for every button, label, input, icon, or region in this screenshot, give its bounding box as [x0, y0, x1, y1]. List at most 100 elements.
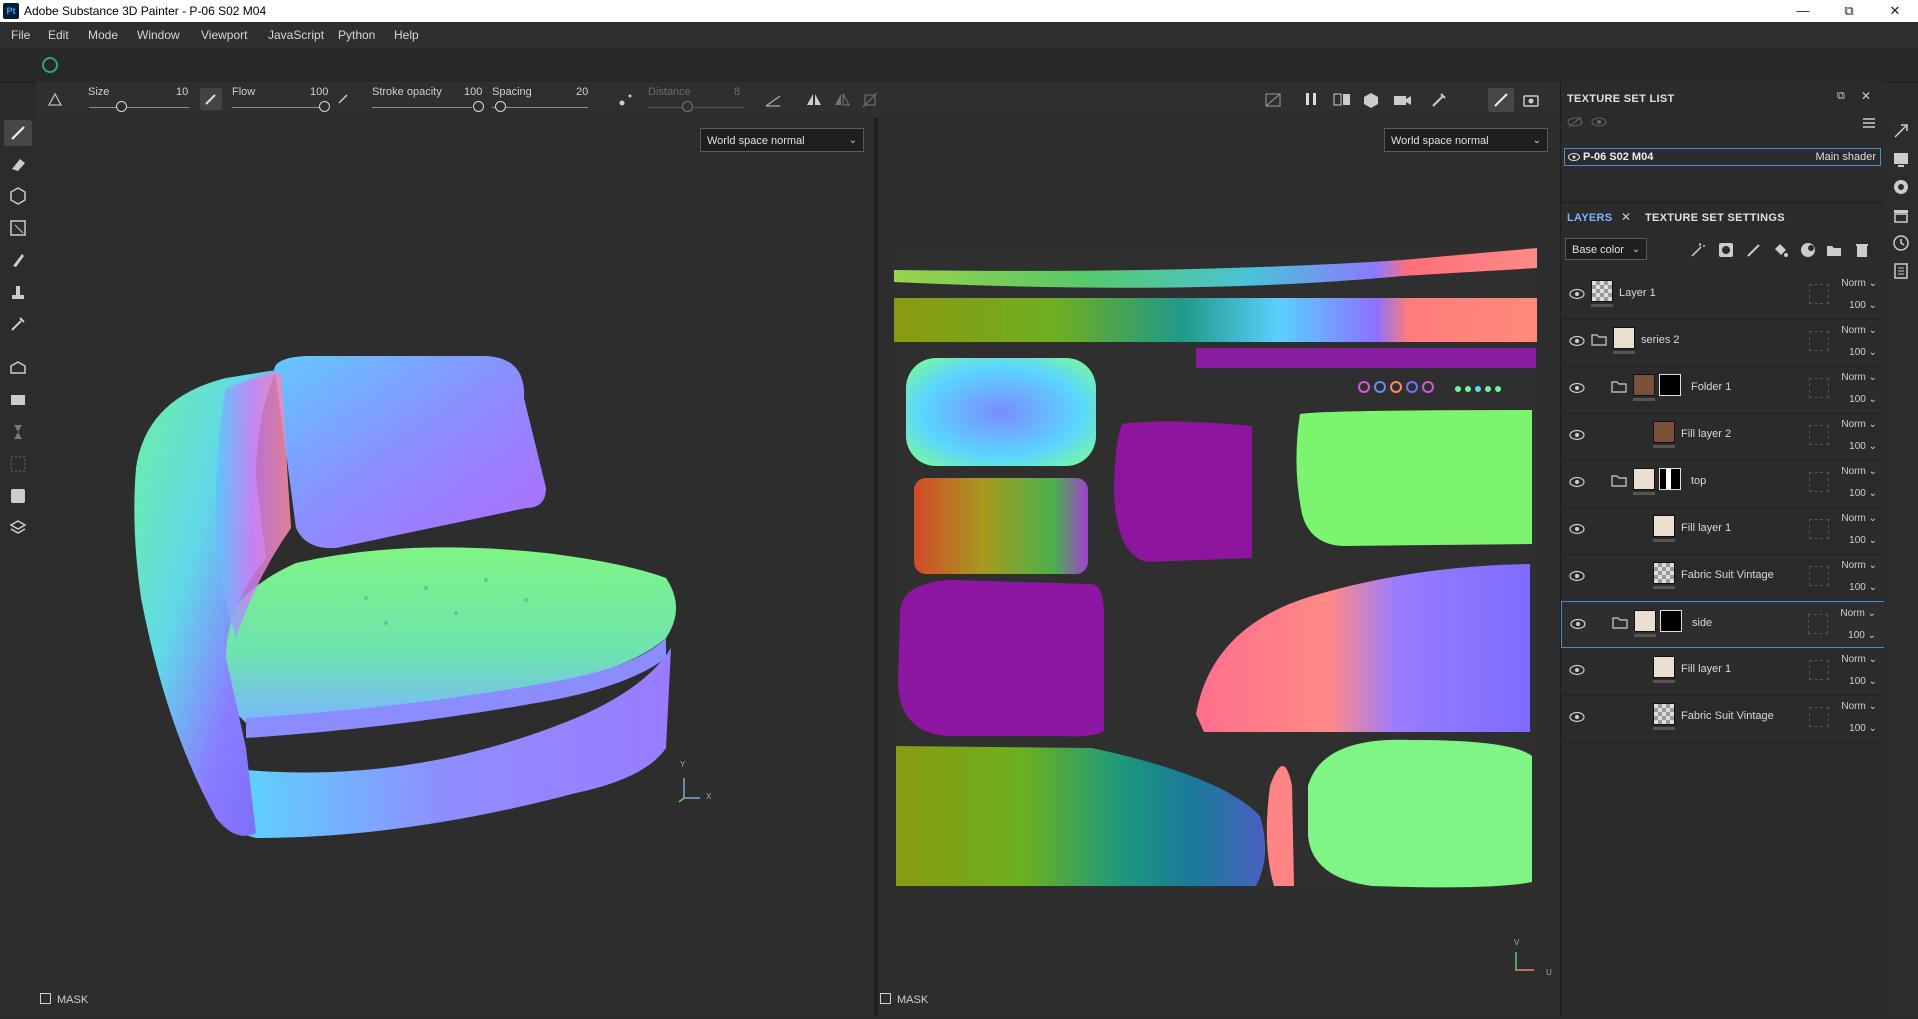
layer-mask-thumbnail[interactable] [1659, 468, 1681, 490]
blend-mode-dropdown[interactable]: Norm ⌄ [1841, 278, 1877, 289]
color-picker-icon[interactable] [8, 314, 28, 334]
add-paint-layer-icon[interactable] [1745, 241, 1763, 259]
layer-name[interactable]: series 2 [1641, 334, 1680, 346]
layer-mask-slot[interactable] [1809, 566, 1829, 586]
folder-icon[interactable] [1611, 474, 1627, 487]
tab-layers-close-icon[interactable]: ✕ [1621, 210, 1631, 224]
menu-window[interactable]: Window [137, 28, 180, 42]
layer-mask-thumbnail[interactable] [1660, 610, 1682, 632]
eye-icon[interactable] [1568, 152, 1580, 162]
stroke-opacity-slider-handle[interactable] [473, 101, 484, 112]
brush-mode-button[interactable] [1488, 88, 1514, 112]
spacing-slider-handle[interactable] [495, 101, 506, 112]
layer-mask-slot[interactable] [1809, 472, 1829, 492]
add-effect-icon[interactable] [1689, 241, 1707, 259]
layer-thumbnail[interactable] [1633, 468, 1655, 490]
layer-mask-slot[interactable] [1809, 284, 1829, 304]
mask-checkbox[interactable] [40, 993, 51, 1004]
layer-name[interactable]: Fill layer 1 [1681, 663, 1731, 675]
menu-help[interactable]: Help [394, 28, 419, 42]
eraser-icon[interactable] [8, 154, 28, 174]
folder-icon[interactable] [1611, 380, 1627, 393]
mirror-y-icon[interactable] [834, 92, 850, 106]
opacity-field[interactable]: 100 ⌄ [1848, 630, 1876, 641]
viewport-3d[interactable]: World space normal ⌄ Y X MASK [36, 118, 874, 1016]
folder-icon[interactable] [1591, 333, 1607, 346]
layer-row[interactable]: Fabric Suit Vintage Norm ⌄ 100 ⌄ [1561, 695, 1885, 743]
opacity-field[interactable]: 100 ⌄ [1849, 441, 1877, 452]
layer-name[interactable]: Folder 1 [1691, 381, 1731, 393]
layer-name[interactable]: Layer 1 [1619, 287, 1656, 299]
hide-overlay-icon[interactable] [1264, 91, 1282, 109]
layer-name[interactable]: top [1691, 475, 1706, 487]
eye-icon[interactable] [1569, 288, 1585, 300]
blend-mode-dropdown[interactable]: Norm ⌄ [1841, 325, 1877, 336]
blend-mode-dropdown[interactable]: Norm ⌄ [1841, 419, 1877, 430]
camera-icon[interactable] [1392, 91, 1412, 109]
smudge-icon[interactable] [8, 250, 28, 270]
opacity-field[interactable]: 100 ⌄ [1849, 394, 1877, 405]
display-settings-icon[interactable] [1892, 150, 1910, 168]
sync-status-icon[interactable] [42, 57, 58, 73]
clone-stamp-icon[interactable] [8, 282, 28, 302]
menu-file[interactable]: File [11, 28, 30, 42]
layer-row[interactable]: series 2 Norm ⌄ 100 ⌄ [1561, 319, 1885, 367]
tab-layers[interactable]: LAYERS [1567, 212, 1612, 224]
size-slider-handle[interactable] [116, 101, 127, 112]
sofa-3d-model[interactable] [106, 278, 846, 918]
export-icon[interactable] [8, 486, 28, 506]
layer-row[interactable]: Folder 1 Norm ⌄ 100 ⌄ [1561, 366, 1885, 414]
distance-slider[interactable] [648, 107, 744, 108]
blend-mode-dropdown[interactable]: Norm ⌄ [1841, 466, 1877, 477]
close-panel-icon[interactable]: ✕ [1861, 89, 1871, 103]
layer-name[interactable]: Fabric Suit Vintage [1681, 710, 1774, 722]
add-fill-layer-icon[interactable] [1771, 241, 1789, 259]
layer-thumbnail[interactable] [1591, 280, 1613, 302]
layer-thumbnail[interactable] [1653, 562, 1675, 584]
eye-icon[interactable] [1569, 335, 1585, 347]
layer-row[interactable]: Fill layer 1 Norm ⌄ 100 ⌄ [1561, 648, 1885, 696]
layer-mask-slot[interactable] [1809, 519, 1829, 539]
viewport-2d-mask-toggle[interactable]: MASK [880, 993, 928, 1006]
viewport-2d-channel-dropdown[interactable]: World space normal ⌄ [1384, 128, 1548, 152]
layer-name[interactable]: side [1692, 617, 1712, 629]
symmetry-icon[interactable] [46, 91, 64, 109]
layer-mask-slot[interactable] [1809, 331, 1829, 351]
pause-icon[interactable] [1304, 92, 1318, 106]
uv-texture-map[interactable] [892, 246, 1538, 890]
cube-view-icon[interactable] [1362, 91, 1380, 109]
paint-tool-button[interactable] [4, 120, 32, 146]
pen-pressure-button[interactable] [200, 88, 222, 110]
properties-icon[interactable] [1892, 122, 1910, 140]
opacity-field[interactable]: 100 ⌄ [1849, 300, 1877, 311]
material-picker-icon[interactable] [8, 390, 28, 410]
opacity-field[interactable]: 100 ⌄ [1849, 676, 1877, 687]
layer-mask-slot[interactable] [1809, 425, 1829, 445]
layer-mask-slot[interactable] [1809, 707, 1829, 727]
folder-icon[interactable] [1612, 616, 1628, 629]
transform-icon[interactable] [862, 92, 878, 108]
show-all-icon[interactable] [1591, 116, 1607, 128]
channel-dropdown[interactable]: Base color ⌄ [1565, 238, 1647, 260]
layer-mask-slot[interactable] [1809, 660, 1829, 680]
opacity-field[interactable]: 100 ⌄ [1849, 582, 1877, 593]
flow-slider[interactable] [232, 107, 328, 108]
layer-thumbnail[interactable] [1653, 656, 1675, 678]
distance-slider-handle[interactable] [682, 101, 693, 112]
layer-thumbnail[interactable] [1634, 610, 1656, 632]
layer-row[interactable]: Layer 1 Norm ⌄ 100 ⌄ [1561, 272, 1885, 320]
mirror-x-icon[interactable] [806, 92, 822, 106]
viewport-3d-channel-dropdown[interactable]: World space normal ⌄ [700, 128, 864, 152]
flow-slider-handle[interactable] [319, 101, 330, 112]
eye-icon[interactable] [1569, 429, 1585, 441]
layer-thumbnail[interactable] [1653, 421, 1675, 443]
add-mask-icon[interactable] [1717, 241, 1735, 259]
texture-set-shader[interactable]: Main shader [1815, 151, 1876, 163]
screenshot-icon[interactable] [1522, 91, 1540, 109]
menu-viewport[interactable]: Viewport [201, 28, 247, 42]
layer-thumbnail[interactable] [1653, 515, 1675, 537]
paint-mode-icon[interactable] [1430, 91, 1448, 109]
layer-mask-slot[interactable] [1809, 378, 1829, 398]
panel-menu-icon[interactable] [1861, 116, 1877, 130]
eye-icon[interactable] [1569, 664, 1585, 676]
